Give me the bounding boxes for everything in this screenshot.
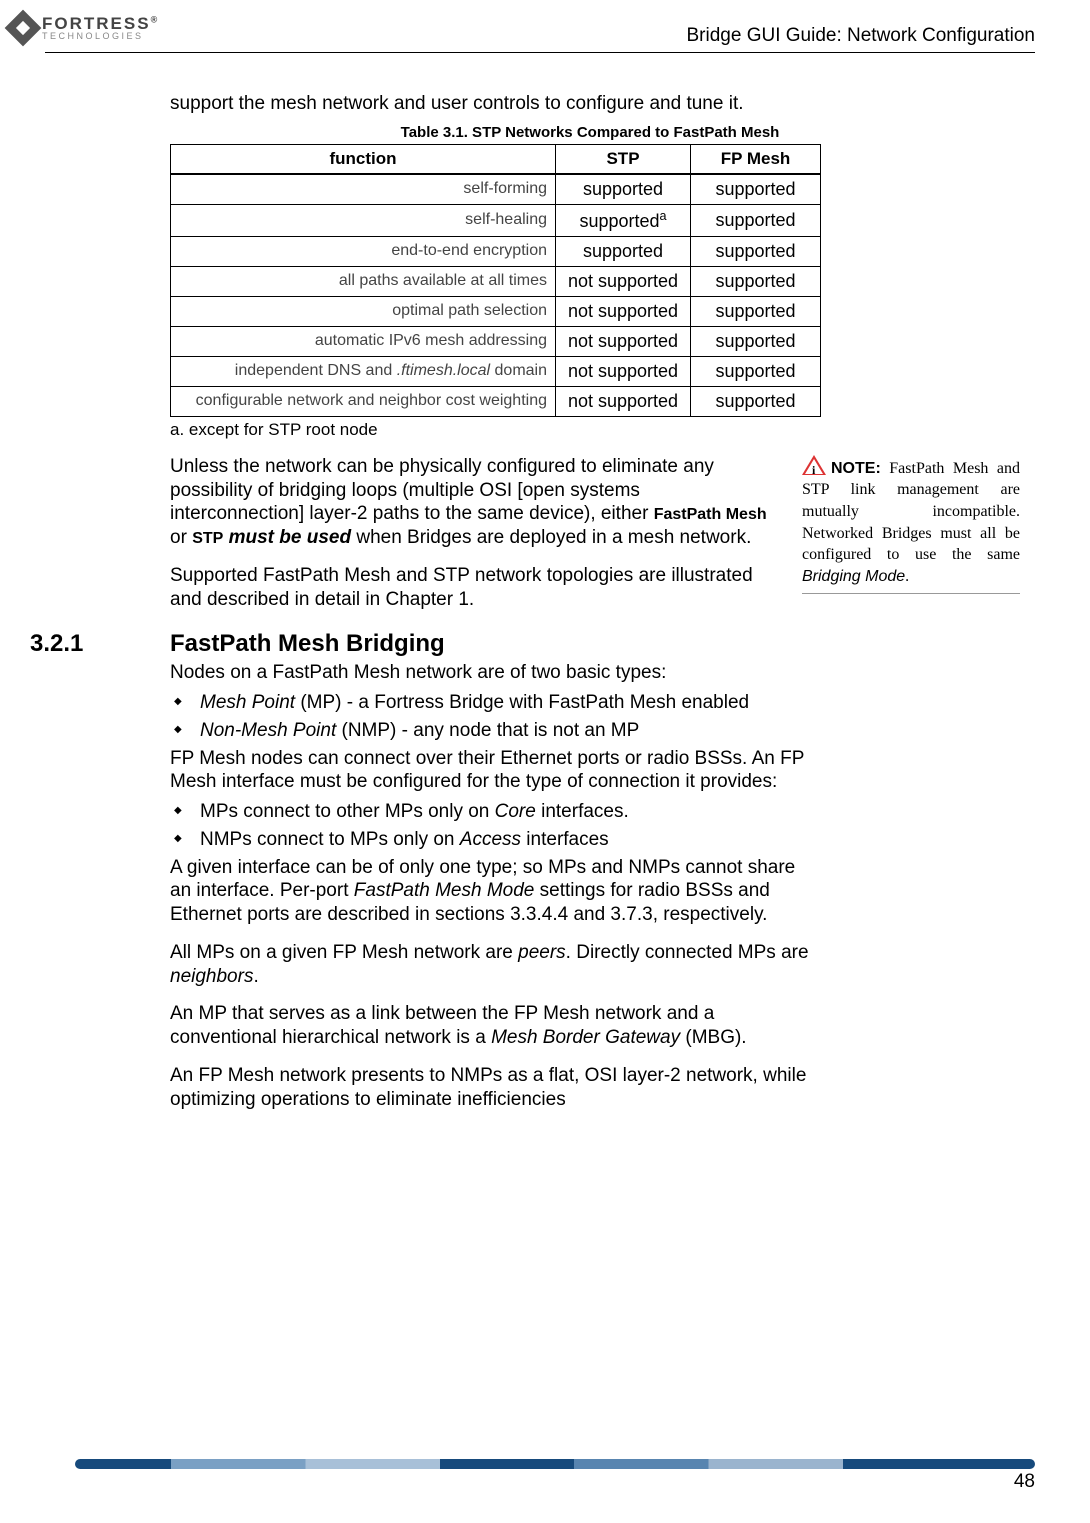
side-note: iNOTE: FastPath Mesh and STP link manage… [802, 455, 1020, 595]
page-header: FORTRESS® TECHNOLOGIES Bridge GUI Guide:… [0, 0, 1090, 60]
stp-cell: not supported [556, 326, 691, 356]
comparison-table: function STP FP Mesh self-formingsupport… [170, 144, 821, 417]
th-function: function [171, 144, 556, 174]
fp-cell: supported [691, 204, 821, 236]
section-title: FastPath Mesh Bridging [170, 630, 445, 658]
list-item: Non-Mesh Point (NMP) - any node that is … [192, 719, 810, 743]
table-title: Table 3.1. STP Networks Compared to Fast… [160, 124, 1020, 141]
logo: FORTRESS® TECHNOLOGIES [10, 8, 165, 48]
fp-cell: supported [691, 386, 821, 416]
function-cell: self-forming [171, 174, 556, 205]
page-footer: 48 [75, 1459, 1035, 1493]
function-cell: configurable network and neighbor cost w… [171, 386, 556, 416]
stp-cell: supporteda [556, 204, 691, 236]
fp-cell: supported [691, 296, 821, 326]
list-item: NMPs connect to MPs only on Access inter… [192, 828, 810, 852]
paragraph: A given interface can be of only one typ… [170, 856, 810, 927]
bullet-list: Mesh Point (MP) - a Fortress Bridge with… [170, 691, 810, 743]
page-number: 48 [75, 1471, 1035, 1493]
paragraph: Nodes on a FastPath Mesh network are of … [170, 661, 810, 685]
stp-cell: supported [556, 174, 691, 205]
table-row: optimal path selectionnot supportedsuppo… [171, 296, 821, 326]
logo-sub: TECHNOLOGIES [42, 32, 159, 41]
table-row: automatic IPv6 mesh addressingnot suppor… [171, 326, 821, 356]
paragraph: FP Mesh nodes can connect over their Eth… [170, 747, 810, 795]
note-divider [802, 593, 1020, 594]
function-cell: all paths available at all times [171, 266, 556, 296]
stp-cell: not supported [556, 386, 691, 416]
function-cell: self-healing [171, 204, 556, 236]
stp-cell: not supported [556, 356, 691, 386]
bullet-list: MPs connect to other MPs only on Core in… [170, 800, 810, 852]
stp-cell: not supported [556, 296, 691, 326]
paragraph: All MPs on a given FP Mesh network are p… [170, 941, 810, 989]
function-cell: end-to-end encryption [171, 236, 556, 266]
function-cell: optimal path selection [171, 296, 556, 326]
table-row: all paths available at all timesnot supp… [171, 266, 821, 296]
th-fp: FP Mesh [691, 144, 821, 174]
two-column-section: Unless the network can be physically con… [170, 455, 1020, 626]
table-row: configurable network and neighbor cost w… [171, 386, 821, 416]
fp-cell: supported [691, 356, 821, 386]
stp-cell: supported [556, 236, 691, 266]
header-rule [45, 52, 1035, 53]
page-content: support the mesh network and user contro… [170, 92, 1020, 1111]
paragraph: An FP Mesh network presents to NMPs as a… [170, 1064, 810, 1112]
fp-cell: supported [691, 266, 821, 296]
note-label: NOTE: [831, 460, 881, 477]
logo-icon [5, 10, 42, 47]
logo-text: FORTRESS® TECHNOLOGIES [42, 15, 159, 41]
main-column: Unless the network can be physically con… [170, 455, 772, 626]
warning-icon: i [802, 455, 828, 477]
list-item: Mesh Point (MP) - a Fortress Bridge with… [192, 691, 810, 715]
stp-cell: not supported [556, 266, 691, 296]
logo-main: FORTRESS® [42, 15, 159, 32]
intro-text: support the mesh network and user contro… [170, 92, 1020, 116]
table-header-row: function STP FP Mesh [171, 144, 821, 174]
section-body: Nodes on a FastPath Mesh network are of … [170, 661, 810, 1111]
table-row: end-to-end encryptionsupportedsupported [171, 236, 821, 266]
fp-cell: supported [691, 236, 821, 266]
fp-cell: supported [691, 174, 821, 205]
section-heading: 3.2.1 FastPath Mesh Bridging [30, 630, 1020, 658]
table-footnote: a. except for STP root node [170, 420, 1020, 440]
function-cell: automatic IPv6 mesh addressing [171, 326, 556, 356]
paragraph: Unless the network can be physically con… [170, 455, 772, 550]
table-row: self-formingsupportedsupported [171, 174, 821, 205]
paragraph: Supported FastPath Mesh and STP network … [170, 564, 772, 612]
table-row: self-healingsupportedasupported [171, 204, 821, 236]
section-number: 3.2.1 [30, 630, 170, 658]
function-cell: independent DNS and .ftimesh.local domai… [171, 356, 556, 386]
paragraph: An MP that serves as a link between the … [170, 1002, 810, 1050]
list-item: MPs connect to other MPs only on Core in… [192, 800, 810, 824]
th-stp: STP [556, 144, 691, 174]
fp-cell: supported [691, 326, 821, 356]
table-row: independent DNS and .ftimesh.local domai… [171, 356, 821, 386]
footer-bar-icon [75, 1459, 1035, 1469]
